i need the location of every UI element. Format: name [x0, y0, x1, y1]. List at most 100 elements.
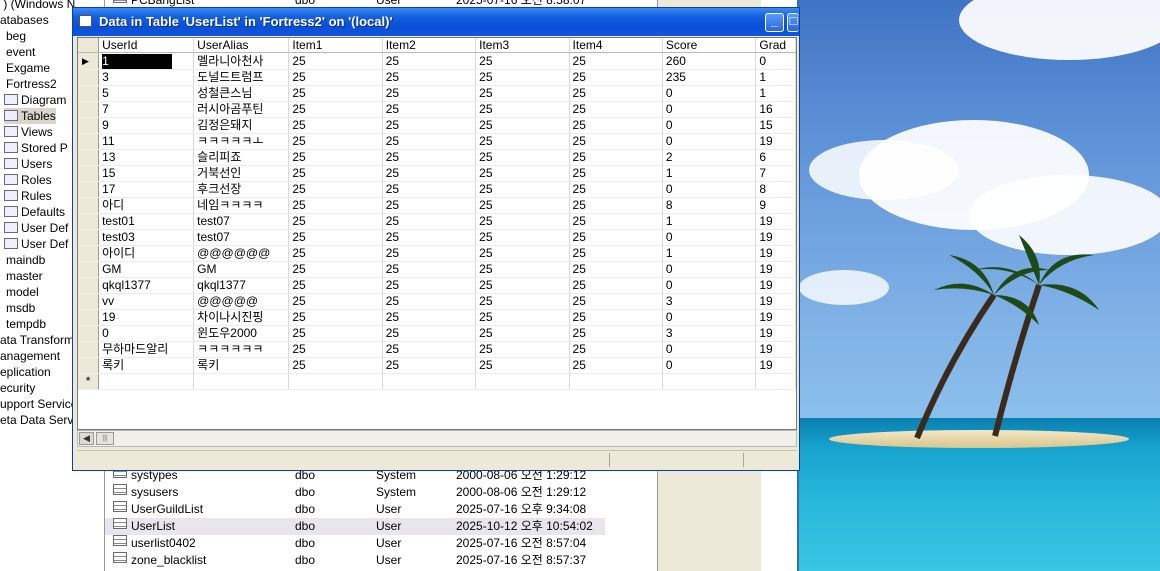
grid-cell[interactable]: 25 — [569, 357, 663, 374]
grid-cell[interactable]: 3 — [98, 69, 195, 86]
tree-item[interactable]: Stored P — [4, 140, 68, 156]
grid-cell[interactable]: 25 — [475, 149, 570, 166]
grid-cell[interactable]: 김정은돼지 — [193, 117, 290, 134]
grid-cell[interactable]: 무하마드알리 — [98, 341, 195, 358]
row-selector[interactable] — [78, 85, 100, 102]
grid-cell[interactable]: 0 — [662, 133, 757, 150]
grid-cell[interactable]: 3 — [662, 293, 757, 310]
grid-cell[interactable]: 25 — [569, 341, 663, 358]
table-row[interactable]: 아이디 @@@@@@ 25 25 25 25 1 19 — [78, 245, 796, 262]
grid-cell[interactable]: vv — [98, 293, 195, 310]
grid-cell[interactable]: 25 — [382, 293, 477, 310]
list-item[interactable]: zone_blacklist dbo User 2025-07-16 오전 8:57:… — [105, 552, 605, 569]
grid-cell[interactable]: 멜라니아천사 — [193, 52, 290, 70]
tree-item[interactable]: eta Data Serv — [0, 412, 73, 428]
grid-cell[interactable]: 25 — [475, 69, 570, 86]
grid-cell[interactable]: 25 — [475, 229, 570, 246]
new-row[interactable]: * — [78, 373, 796, 390]
grid-cell[interactable]: 25 — [382, 149, 477, 166]
grid-cell[interactable] — [662, 373, 757, 390]
grid-cell[interactable]: 25 — [382, 229, 477, 246]
tree-item[interactable]: Roles — [4, 172, 52, 188]
grid-cell[interactable]: 25 — [475, 293, 570, 310]
grid-cell[interactable]: 25 — [569, 149, 663, 166]
grid-cell[interactable]: 25 — [382, 261, 477, 278]
grid-cell[interactable]: GM — [193, 261, 290, 278]
row-selector[interactable] — [78, 341, 100, 358]
grid-cell[interactable]: 19 — [755, 213, 796, 230]
table-row[interactable]: qkql1377 qkql1377 25 25 25 25 0 19 — [78, 277, 796, 294]
table-row[interactable]: 9 김정은돼지 25 25 25 25 0 15 — [78, 117, 796, 134]
grid-cell[interactable]: 5 — [98, 85, 195, 102]
grid-cell[interactable]: 0 — [662, 117, 757, 134]
tree-item[interactable]: Rules — [4, 188, 52, 204]
grid-cell[interactable]: 1 — [662, 165, 757, 182]
row-selector[interactable] — [78, 245, 100, 262]
row-selector[interactable] — [78, 197, 100, 214]
row-selector[interactable] — [78, 293, 100, 310]
grid-cell[interactable]: qkql1377 — [193, 277, 290, 294]
grid-cell[interactable]: 25 — [288, 293, 383, 310]
list-item[interactable]: userlist0402 dbo User 2025-07-16 오전 8:57:04 — [105, 535, 605, 552]
grid-cell[interactable]: 19 — [755, 261, 796, 278]
grid-cell[interactable]: 25 — [475, 277, 570, 294]
row-selector[interactable] — [78, 213, 100, 230]
grid-cell[interactable]: 0 — [662, 309, 757, 326]
grid-cell[interactable]: 성철큰스님 — [193, 85, 290, 102]
scroll-thumb[interactable]: ||| — [96, 432, 114, 445]
tree-item[interactable]: master — [6, 268, 43, 284]
tree-item[interactable]: model — [6, 284, 39, 300]
grid-cell[interactable]: 25 — [382, 309, 477, 326]
grid-cell[interactable]: 0 — [662, 277, 757, 294]
grid-cell[interactable]: 25 — [475, 101, 570, 118]
grid-cell[interactable]: 15 — [98, 165, 195, 182]
grid-cell[interactable]: 25 — [475, 325, 570, 342]
grid-cell[interactable]: test01 — [98, 213, 195, 230]
table-row[interactable]: 15 거북선인 25 25 25 25 1 7 — [78, 165, 796, 182]
table-row[interactable]: vv @@@@@ 25 25 25 25 3 19 — [78, 293, 796, 310]
grid-cell[interactable]: 25 — [475, 85, 570, 102]
grid-cell[interactable]: 후크선장 — [193, 181, 290, 198]
grid-cell[interactable]: qkql1377 — [98, 277, 195, 294]
active-cell-editor[interactable]: 1 — [102, 53, 173, 69]
grid-cell[interactable]: 19 — [755, 293, 796, 310]
grid-cell[interactable]: 윈도우2000 — [193, 325, 290, 342]
grid-cell[interactable]: 0 — [662, 101, 757, 118]
maximize-button[interactable]: □ — [787, 13, 799, 32]
table-row[interactable]: 17 후크선장 25 25 25 25 0 8 — [78, 181, 796, 198]
grid-cell[interactable]: 25 — [569, 85, 663, 102]
tree-item[interactable]: anagement — [0, 348, 60, 364]
grid-cell[interactable]: 19 — [755, 133, 796, 150]
results-grid[interactable]: UserId UserAlias Item1 Item2 Item3 Item4 Score… — [77, 37, 797, 430]
table-row[interactable]: 0 윈도우2000 25 25 25 25 3 19 — [78, 325, 796, 342]
column-header[interactable]: Item4 — [569, 38, 663, 53]
grid-cell[interactable]: 25 — [569, 261, 663, 278]
grid-cell[interactable]: 아이디 — [98, 245, 195, 262]
grid-cell[interactable]: 차이나시진핑 — [193, 309, 290, 326]
table-row[interactable]: 19 차이나시진핑 25 25 25 25 0 19 — [78, 309, 796, 326]
grid-cell[interactable]: test07 — [193, 213, 290, 230]
grid-cell[interactable]: 25 — [288, 277, 383, 294]
grid-cell[interactable]: 25 — [569, 181, 663, 198]
grid-cell[interactable]: 25 — [569, 293, 663, 310]
grid-cell[interactable]: 25 — [382, 69, 477, 86]
grid-cell[interactable]: 25 — [288, 52, 383, 70]
grid-cell[interactable]: test07 — [193, 229, 290, 246]
grid-cell[interactable]: 0 — [662, 85, 757, 102]
grid-cell[interactable]: 1 — [755, 85, 796, 102]
row-selector[interactable] — [78, 165, 100, 182]
grid-cell[interactable]: 25 — [382, 357, 477, 374]
grid-cell[interactable]: 아디 — [98, 197, 195, 214]
grid-cell[interactable]: 도널드트럼프 — [193, 69, 290, 86]
table-row[interactable]: 13 슬리피죠 25 25 25 25 2 6 — [78, 149, 796, 166]
tree-item[interactable]: Exgame — [6, 60, 50, 76]
row-selector[interactable] — [78, 117, 100, 134]
table-row[interactable]: 3 도널드트럼프 25 25 25 25 235 1 — [78, 69, 796, 86]
grid-cell[interactable]: 8 — [662, 197, 757, 214]
tree-item[interactable]: ) (Windows N — [0, 0, 75, 12]
table-row[interactable]: 록키 록키 25 25 25 25 0 19 — [78, 357, 796, 374]
tree-item[interactable]: beg — [6, 28, 26, 44]
column-header[interactable]: UserId — [98, 38, 195, 53]
row-selector[interactable] — [78, 101, 100, 118]
grid-cell[interactable]: @@@@@@ — [193, 245, 290, 262]
